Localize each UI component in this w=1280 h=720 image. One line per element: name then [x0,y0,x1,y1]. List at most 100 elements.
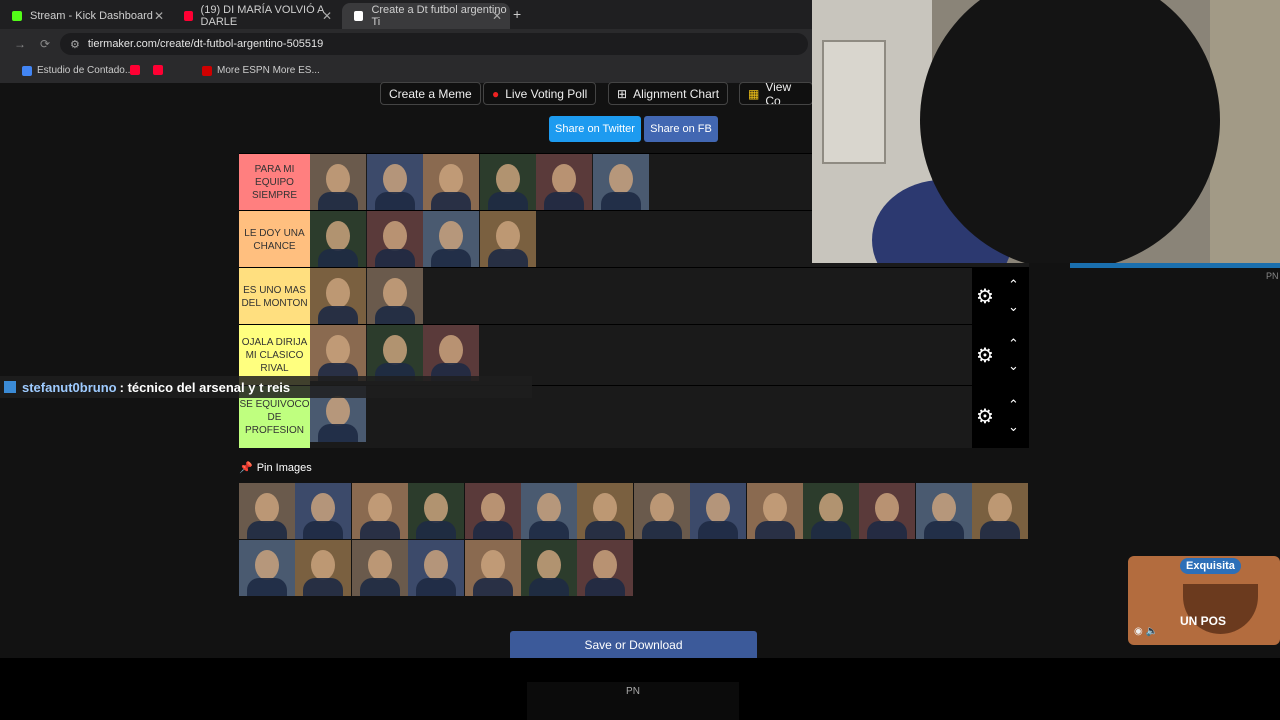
view-community-button[interactable]: ▦ View Co [739,82,813,105]
tab-tiermaker[interactable]: Create a Dt futbol argentino Ti ✕ [342,3,510,29]
pool-image[interactable] [972,483,1029,539]
pool-image[interactable] [690,483,747,539]
face-image [593,550,618,580]
button-label: Alignment Chart [633,86,720,101]
tier-label[interactable]: ES UNO MAS DEL MONTON [239,268,310,325]
tier-label[interactable]: PARA MI EQUIPO SIEMPRE [239,154,310,211]
ad-controls[interactable]: ◉ 🔈 [1134,626,1158,637]
tier-controls: ⚙ ⌃ ⌄ [972,325,1029,386]
pool-image[interactable] [464,540,521,596]
pool-image[interactable] [915,483,972,539]
tier-image[interactable] [536,154,592,210]
create-meme-button[interactable]: Create a Meme [380,82,481,105]
tier-label[interactable]: LE DOY UNA CHANCE [239,211,310,268]
close-tab-icon[interactable]: ✕ [154,9,164,23]
close-tab-icon[interactable]: ✕ [492,9,502,23]
tier-image[interactable] [423,154,479,210]
pool-image[interactable] [351,540,408,596]
pool-image[interactable] [295,483,352,539]
pool-image[interactable] [295,540,352,596]
url-field[interactable]: ⚙ tiermaker.com/create/dt-futbol-argenti… [60,33,808,55]
pool-image[interactable] [859,483,916,539]
espn-icon [202,65,212,76]
pin-images-toggle[interactable]: 📌 Pin Images [239,461,312,475]
tab-kick[interactable]: Stream - Kick Dashboard ✕ [0,3,172,29]
pool-image[interactable] [351,483,408,539]
site-settings-icon[interactable]: ⚙ [70,38,80,51]
pool-image[interactable] [464,483,521,539]
pool-image[interactable] [239,483,295,539]
pool-image[interactable] [577,540,634,596]
tier-image[interactable] [592,154,649,210]
settings-gear-icon[interactable]: ⚙ [976,404,994,429]
save-download-button[interactable]: Save or Download [510,631,757,658]
live-voting-poll-button[interactable]: ● Live Voting Poll [483,82,597,105]
tier-image[interactable] [479,154,536,210]
bookmark-youtube-2[interactable] [153,65,168,75]
address-bar: → ⟳ ⚙ tiermaker.com/create/dt-futbol-arg… [0,29,812,59]
pool-image[interactable] [577,483,634,539]
settings-gear-icon[interactable]: ⚙ [976,343,994,368]
button-label: Create a Meme [389,86,472,101]
pool-image[interactable] [408,540,465,596]
chat-message: stefanut0bruno : técnico del arsenal y t… [0,376,532,398]
pin-images-label: Pin Images [256,461,312,474]
move-down-icon[interactable]: ⌄ [1008,358,1019,374]
tier-image[interactable] [479,211,536,267]
face-image [255,550,279,580]
pool-image[interactable] [408,483,465,539]
tier-image[interactable] [310,154,366,210]
pn-overlay: PN [527,682,739,720]
forward-icon[interactable]: → [14,37,26,51]
tier-image[interactable] [366,268,423,324]
ad-overlay[interactable]: Exquisita UN POS ◉ 🔈 [1128,556,1280,645]
share-twitter-button[interactable]: Share on Twitter [549,116,641,142]
body-image [698,521,739,539]
pool-image[interactable] [521,540,577,596]
tier-image[interactable] [366,211,423,267]
pn-label: PN [626,686,640,697]
body-image [472,578,513,596]
bookmark-youtube-1[interactable] [130,65,145,75]
tier-image[interactable] [310,268,366,324]
move-down-icon[interactable]: ⌄ [1008,419,1019,435]
pin-icon: 📌 [239,462,253,474]
bookmark-espn[interactable]: More ESPN More ES... [202,65,320,76]
tier-image[interactable] [423,211,479,267]
kick-badge-icon [4,381,16,393]
close-tab-icon[interactable]: ✕ [322,9,332,23]
body-image [359,521,400,539]
alignment-chart-button[interactable]: ⊞ Alignment Chart [608,82,729,105]
face-image [495,221,520,251]
body-image [472,521,513,539]
new-tab-icon[interactable]: + [513,6,521,22]
tier-image[interactable] [310,211,366,267]
kick-icon [12,11,22,21]
pool-image[interactable] [239,540,295,596]
webcam-overlay [812,0,1280,263]
face-image [439,164,463,194]
tier-image[interactable] [366,154,423,210]
face-image [480,550,505,580]
share-fb-button[interactable]: Share on FB [644,116,718,142]
face-image [537,550,561,580]
pool-image[interactable] [746,483,803,539]
move-down-icon[interactable]: ⌄ [1008,299,1019,315]
reload-icon[interactable]: ⟳ [40,37,50,51]
tab-youtube[interactable]: (19) DI MARÍA VOLVIÓ A DARLE ✕ [172,3,340,29]
tier-image[interactable] [423,325,479,381]
pool-image[interactable] [803,483,859,539]
pool-image[interactable] [633,483,690,539]
move-up-icon[interactable]: ⌃ [1008,277,1019,293]
tier-image[interactable] [310,325,366,381]
pool-image[interactable] [521,483,577,539]
body-image [303,578,344,596]
body-image [431,192,471,210]
bookmark-estudio[interactable]: Estudio de Contado... [22,65,133,76]
move-up-icon[interactable]: ⌃ [1008,397,1019,413]
settings-gear-icon[interactable]: ⚙ [976,284,994,309]
image-pool [239,483,1029,597]
face-image [706,493,731,523]
tier-image[interactable] [366,325,423,381]
move-up-icon[interactable]: ⌃ [1008,336,1019,352]
